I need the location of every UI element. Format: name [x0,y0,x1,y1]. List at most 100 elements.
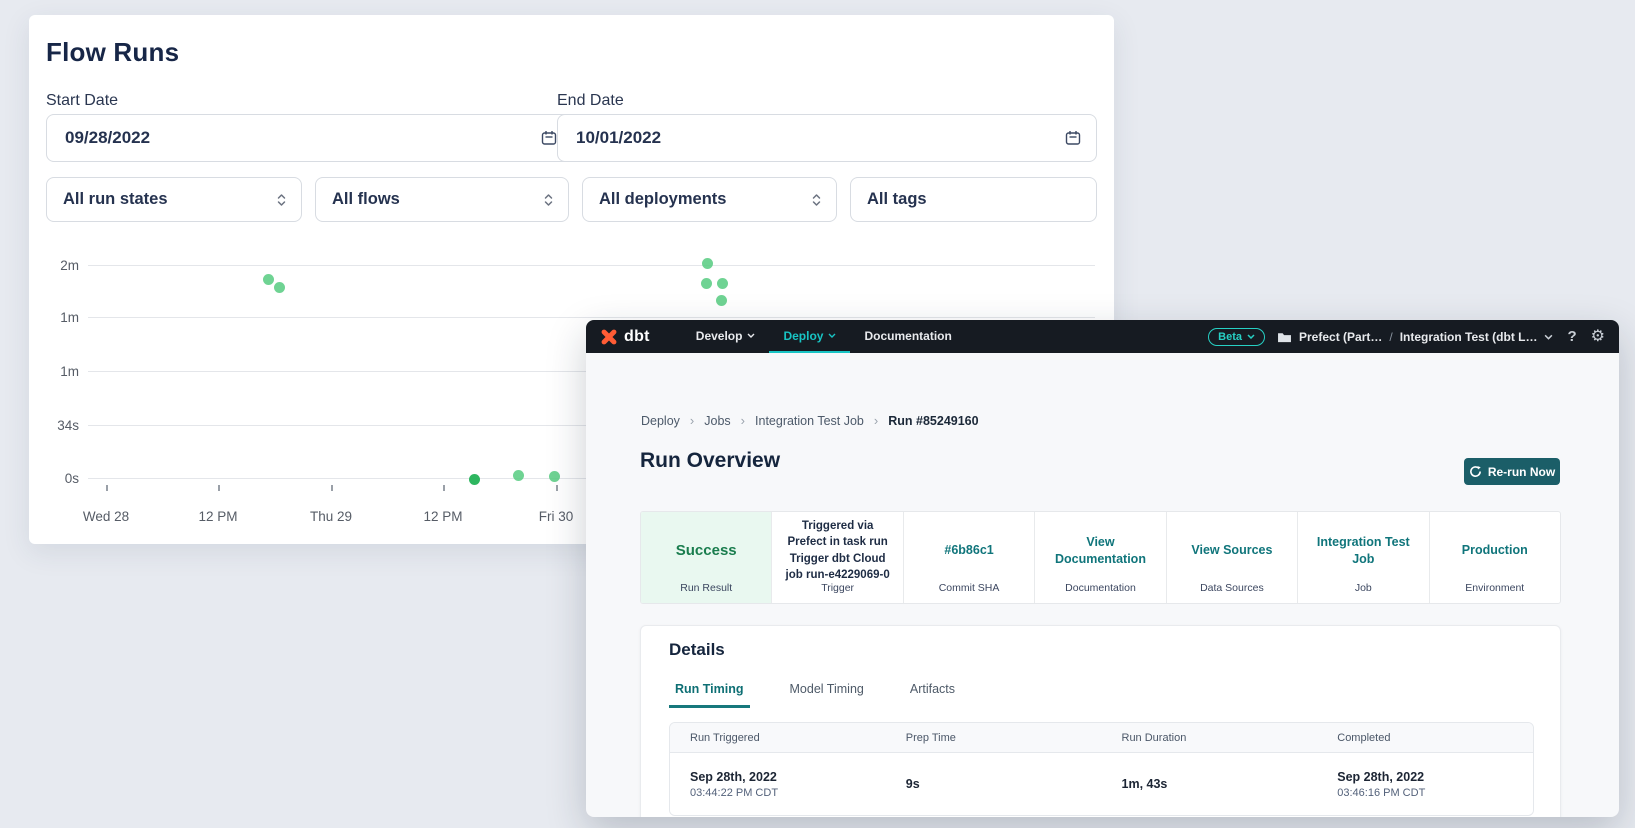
dbt-logo[interactable]: dbt [600,320,650,353]
start-date-label: Start Date [46,92,118,110]
chart-gridline [88,265,1095,266]
card-main-value: Production [1462,542,1528,559]
breadcrumb-separator-icon: › [690,413,694,428]
nav-item-documentation[interactable]: Documentation [850,320,965,353]
table-header-cell: Completed [1317,732,1533,744]
breadcrumb-item[interactable]: Integration Test Job [755,414,864,428]
cell-primary-text: Sep 28th, 2022 [1337,770,1513,784]
select-updown-icon [811,192,822,208]
y-axis-tick-label: 0s [37,471,79,486]
run-overview-title: Run Overview [640,449,780,473]
card-label: Job [1298,582,1428,594]
breadcrumb-item: Run #85249160 [888,414,978,428]
account-separator: / [1389,330,1392,344]
table-cell: Sep 28th, 2022 03:44:22 PM CDT [670,770,886,799]
details-tabs: Run Timing Model Timing Artifacts [669,678,961,708]
table-cell: 9s [886,777,1102,791]
card-label: Environment [1430,582,1560,594]
card-main-value: #6b86c1 [944,542,993,559]
flow-run-point[interactable] [716,295,727,306]
filter-label: All deployments [599,190,726,209]
beta-dropdown[interactable]: Beta [1208,328,1265,346]
x-axis-tick-mark [218,485,220,491]
rerun-now-button[interactable]: Re-run Now [1464,458,1560,485]
gear-icon[interactable]: ⚙ [1591,329,1605,345]
filter-all-run-states[interactable]: All run states [46,177,302,222]
end-date-field[interactable] [557,114,1097,162]
calendar-icon[interactable] [540,129,558,147]
card-label: Trigger [772,582,902,594]
cell-primary-text: Sep 28th, 2022 [690,770,866,784]
flow-run-point[interactable] [274,282,285,293]
cell-primary-text: 9s [906,777,1082,791]
dbt-nav-menu: Develop Deploy Documentation [682,320,966,353]
flow-run-point[interactable] [701,278,712,289]
x-axis-tick-label: Fri 30 [521,509,591,524]
nav-item-label: Deploy [783,329,823,343]
filter-all-flows[interactable]: All flows [315,177,569,222]
card-commit-sha[interactable]: #6b86c1Commit SHA [903,512,1034,603]
project-name: Prefect (Part… [1299,330,1382,344]
dbt-brand-text: dbt [624,328,650,346]
run-timing-table: Run TriggeredPrep TimeRun DurationComple… [669,722,1534,816]
breadcrumb-separator-icon: › [741,413,745,428]
tab-artifacts[interactable]: Artifacts [904,678,961,708]
breadcrumb: Deploy › Jobs › Integration Test Job › Run #85… [641,413,979,428]
filter-label: All tags [867,190,927,209]
flow-run-point[interactable] [513,470,524,481]
help-icon[interactable]: ? [1565,328,1578,345]
cell-secondary-text: 03:44:22 PM CDT [690,787,866,799]
breadcrumb-item[interactable]: Jobs [704,414,730,428]
select-updown-icon [543,192,554,208]
flow-run-point[interactable] [702,258,713,269]
table-header-cell: Run Duration [1102,732,1318,744]
calendar-icon[interactable] [1064,129,1082,147]
table-header-cell: Prep Time [886,732,1102,744]
card-job[interactable]: Integration Test JobJob [1297,512,1428,603]
flow-run-point[interactable] [263,274,274,285]
tab-model-timing[interactable]: Model Timing [784,678,870,708]
page-title: Flow Runs [46,37,179,68]
run-summary-cards: SuccessRun ResultTriggered via Prefect i… [640,511,1561,604]
x-axis-tick-mark [443,485,445,491]
breadcrumb-separator-icon: › [874,413,878,428]
flow-run-point[interactable] [549,471,560,482]
breadcrumb-item[interactable]: Deploy [641,414,680,428]
nav-item-deploy[interactable]: Deploy [769,320,850,353]
dbt-page-body: Deploy › Jobs › Integration Test Job › Run #85… [586,353,1619,817]
chart-gridline [88,317,1095,318]
flow-run-point[interactable] [469,474,480,485]
x-axis-tick-label: 12 PM [408,509,478,524]
start-date-input[interactable] [65,128,540,148]
card-documentation[interactable]: View DocumentationDocumentation [1034,512,1165,603]
y-axis-tick-label: 1m [37,310,79,325]
flow-run-point[interactable] [717,278,728,289]
chevron-down-icon [747,333,755,338]
nav-item-label: Develop [696,329,743,343]
x-axis-tick-mark [556,485,558,491]
cell-secondary-text: 03:46:16 PM CDT [1337,787,1513,799]
card-environment[interactable]: Production Environment [1429,512,1560,603]
card-data-sources[interactable]: View SourcesData Sources [1166,512,1297,603]
filter-label: All run states [63,190,168,209]
tab-run-timing[interactable]: Run Timing [669,678,750,708]
rerun-now-label: Re-run Now [1488,465,1555,479]
chevron-down-icon [1544,334,1553,340]
filter-all-deployments[interactable]: All deployments [582,177,837,222]
nav-item-develop[interactable]: Develop [682,320,770,353]
start-date-field[interactable] [46,114,573,162]
refresh-icon [1469,465,1482,478]
filter-all-tags[interactable]: All tags [850,177,1097,222]
end-date-input[interactable] [576,128,1064,148]
x-axis-tick-label: Wed 28 [71,509,141,524]
account-project-switcher[interactable]: Prefect (Part… / Integration Test (dbt L… [1277,330,1553,344]
card-main-value: View Documentation [1045,534,1155,568]
dbt-logo-icon [600,328,618,346]
environment-name: Integration Test (dbt L… [1400,330,1538,344]
card-main-value: Success [676,542,737,559]
chevron-down-icon [1247,334,1255,339]
table-header-row: Run TriggeredPrep TimeRun DurationComple… [670,723,1533,753]
y-axis-tick-label: 2m [37,258,79,273]
x-axis-tick-label: Thu 29 [296,509,366,524]
details-title: Details [669,640,725,660]
